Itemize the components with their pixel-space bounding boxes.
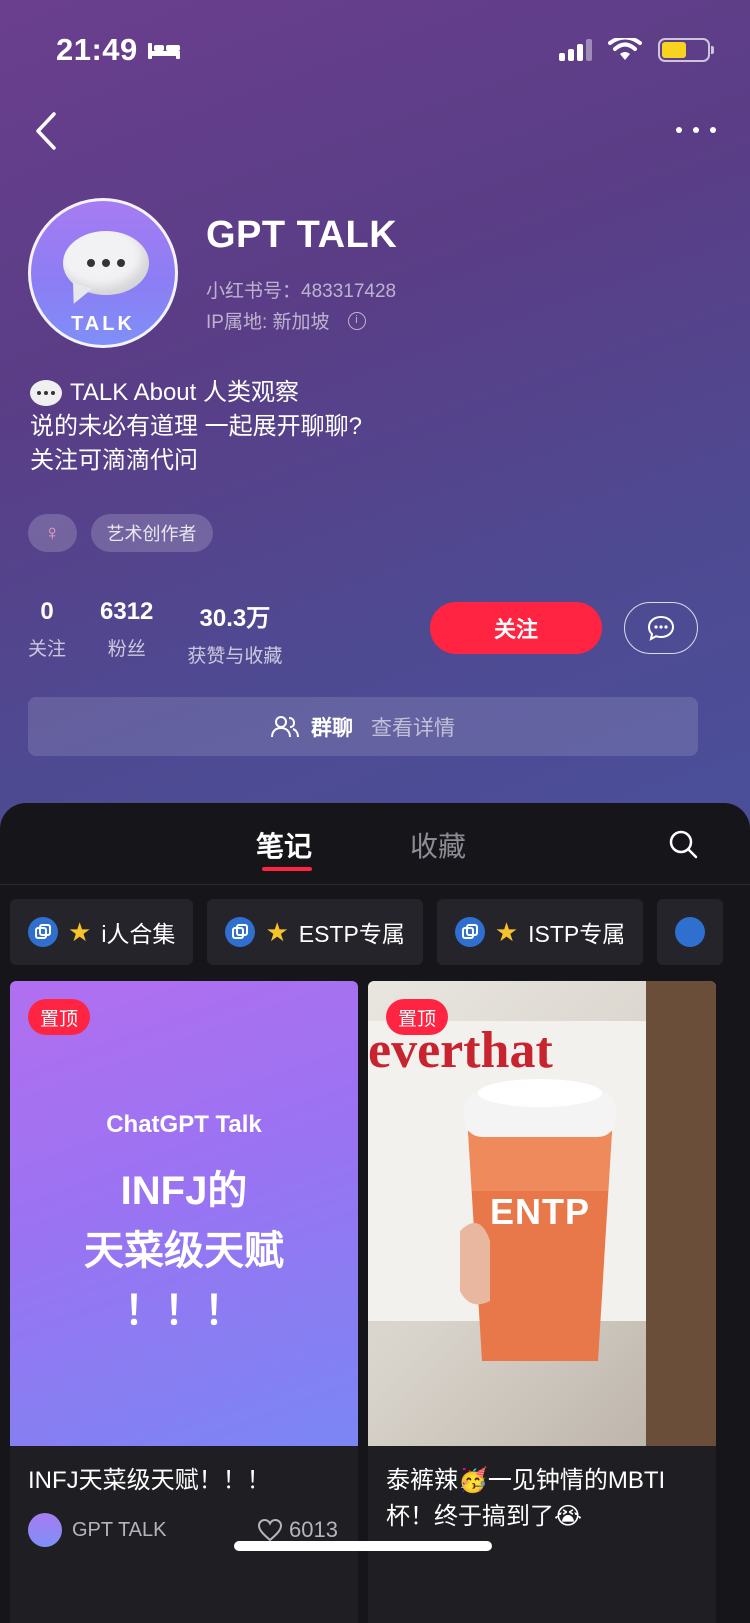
author-name: GPT TALK xyxy=(72,1518,167,1541)
gender-female-icon: ♀ xyxy=(28,514,77,552)
cup-label: ENTP xyxy=(490,1191,591,1232)
collection-icon xyxy=(675,917,706,947)
group-icon xyxy=(271,715,299,737)
collection-partial[interactable] xyxy=(657,899,724,965)
cover-title-line-3: ！！！ xyxy=(124,1289,244,1333)
search-icon[interactable] xyxy=(668,829,698,859)
active-tab-indicator xyxy=(262,867,312,871)
profile-name: GPT TALK xyxy=(206,214,398,256)
star-icon: ★ xyxy=(265,916,289,947)
cellular-signal-icon xyxy=(559,39,592,61)
back-arrow-icon[interactable] xyxy=(30,110,66,152)
profile-bio: TALK About 人类观察 说的未必有道理 一起展开聊聊? 关注可滴滴代问 xyxy=(30,376,362,478)
note-card-infj[interactable]: 置顶 ChatGPT Talk INFJ的 天菜级天赋 ！！！ INFJ天菜级天… xyxy=(10,981,358,1623)
notes-panel: 笔记 收藏 ★ i人合集 ★ ESTP专属 ★ ISTP专属 置顶 ChatGP… xyxy=(0,803,750,1623)
note-title: 泰裤辣🥳一见钟情的MBTI杯！终于搞到了😭 xyxy=(386,1467,666,1530)
pinned-badge: 置顶 xyxy=(28,999,91,1035)
status-time: 21:49 xyxy=(56,32,138,67)
tab-notes[interactable]: 笔记 xyxy=(256,825,312,865)
collection-icon xyxy=(225,917,256,947)
chat-bubble-icon xyxy=(30,380,62,406)
profile-header: 21:49 TALK GPT TALK 小红书号：483317428 IP属地:… xyxy=(0,0,750,860)
note-cover-image: everthat ENTP 置顶 xyxy=(368,981,716,1446)
collection-list: ★ i人合集 ★ ESTP专属 ★ ISTP专属 xyxy=(10,899,724,965)
battery-icon xyxy=(658,38,714,62)
star-icon: ★ xyxy=(68,916,92,947)
profile-tags: ♀ 艺术创作者 xyxy=(28,514,213,552)
like-count: 6013 xyxy=(289,1517,338,1542)
message-button[interactable] xyxy=(624,602,698,654)
group-chat-bar[interactable]: 群聊 查看详情 xyxy=(28,697,698,756)
tab-bar: 笔记 收藏 xyxy=(0,803,750,885)
more-options-icon[interactable] xyxy=(676,118,716,142)
cover-subtitle: ChatGPT Talk xyxy=(106,1111,262,1138)
wifi-icon xyxy=(608,38,642,60)
home-indicator[interactable] xyxy=(234,1541,492,1551)
author-avatar xyxy=(28,1513,62,1547)
cover-title-line-1: INFJ的 xyxy=(120,1169,248,1213)
star-icon: ★ xyxy=(494,916,519,947)
group-chat-title: 群聊 xyxy=(311,716,353,740)
info-icon[interactable]: i xyxy=(347,311,366,330)
like-counter[interactable]: 6013 xyxy=(257,1517,338,1543)
heart-icon xyxy=(258,1518,283,1542)
note-author[interactable]: GPT TALK xyxy=(28,1513,166,1547)
sleep-mode-icon xyxy=(147,43,180,59)
collection-icon xyxy=(28,917,58,947)
stat-followers[interactable]: 6312 粉丝 xyxy=(100,598,153,668)
status-bar: 21:49 xyxy=(56,28,714,72)
avatar[interactable]: TALK xyxy=(28,198,178,348)
note-title: INFJ天菜级天赋！！！ xyxy=(28,1467,271,1494)
pinned-badge: 置顶 xyxy=(386,999,449,1035)
collection-istp[interactable]: ★ ISTP专属 xyxy=(436,899,644,965)
note-card-mbti-cup[interactable]: everthat ENTP 置顶 泰裤辣🥳一见钟情的MBTI杯！终于搞到了😭 xyxy=(368,981,716,1623)
message-icon xyxy=(647,615,675,641)
profile-id: 小红书号：483317428 xyxy=(206,281,397,302)
bio-line-1: TALK About 人类观察 xyxy=(70,379,299,406)
profile-stats: 0 关注 6312 粉丝 30.3万 获赞与收藏 xyxy=(28,598,282,668)
follow-button[interactable]: 关注 xyxy=(430,602,602,654)
note-cover-image: 置顶 ChatGPT Talk INFJ的 天菜级天赋 ！！！ xyxy=(10,981,358,1446)
stat-likes[interactable]: 30.3万 获赞与收藏 xyxy=(187,598,282,668)
tab-collections[interactable]: 收藏 xyxy=(410,825,466,865)
collection-estp[interactable]: ★ ESTP专属 xyxy=(207,899,423,965)
stat-following[interactable]: 0 关注 xyxy=(28,598,66,668)
bio-line-3: 关注可滴滴代问 xyxy=(30,447,198,474)
profile-location: IP属地: 新加坡 xyxy=(206,312,330,333)
cover-title-line-2: 天菜级天赋 xyxy=(84,1229,284,1273)
bio-line-2: 说的未必有道理 一起展开聊聊? xyxy=(30,413,363,440)
tag-artist: 艺术创作者 xyxy=(90,514,213,552)
collection-i-people[interactable]: ★ i人合集 xyxy=(10,899,194,965)
collection-icon xyxy=(454,917,485,947)
avatar-label: TALK xyxy=(71,313,135,335)
group-chat-detail: 查看详情 xyxy=(371,716,455,740)
